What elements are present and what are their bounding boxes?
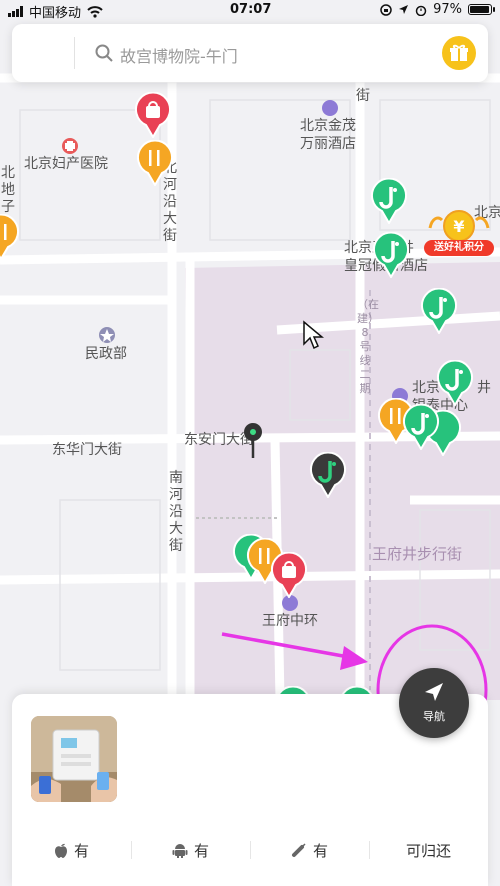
- shopping-pin[interactable]: [134, 92, 172, 138]
- feature-row: 有 有 有 可归还: [12, 832, 488, 868]
- search-divider: [74, 37, 75, 69]
- promo-badge[interactable]: ¥ 送好礼积分: [422, 206, 496, 260]
- rotation-lock-icon: [380, 3, 392, 16]
- status-time: 07:07: [230, 2, 272, 17]
- map-label-maternity-hospital: 北京妇产医院: [24, 156, 108, 172]
- feature-android: 有: [131, 832, 250, 868]
- charging-station-selected-pin[interactable]: [309, 452, 347, 498]
- annotation-arrow: [221, 632, 368, 670]
- carrier-name: 中国移动: [29, 6, 82, 21]
- android-icon: [172, 844, 188, 858]
- mouse-cursor-icon: [303, 320, 324, 350]
- search-input[interactable]: 故宫博物院-午门: [120, 43, 238, 67]
- battery-icon: [468, 4, 495, 15]
- navigation-label: 导航: [423, 710, 445, 723]
- map-label-jinmao-hotel: 北京金茂 万丽酒店: [300, 118, 356, 152]
- navigation-button[interactable]: 导航: [399, 668, 469, 738]
- promo-text: 送好礼积分: [424, 240, 494, 256]
- charging-station-pin[interactable]: [402, 404, 440, 450]
- cable-icon: [291, 843, 306, 857]
- charging-station-pin[interactable]: [372, 232, 410, 278]
- alarm-icon: [415, 5, 427, 16]
- map-label-top-edge: 街: [356, 88, 370, 104]
- charging-cabinet-image: [31, 716, 117, 802]
- map-label-south-heyan: 南河沿大街: [169, 470, 183, 554]
- restaurant-pin[interactable]: [0, 214, 20, 260]
- feature-returnable: 可归还: [369, 832, 488, 868]
- map-label-left-edge: 北地子: [1, 165, 15, 215]
- station-photo[interactable]: [31, 716, 117, 802]
- map-label-wangfujing-walk: 王府井步行街: [372, 545, 463, 563]
- navigation-arrow-icon: [425, 683, 443, 701]
- feature-returnable-label: 可归还: [405, 841, 451, 860]
- map-label-donghuamen: 东华门大街: [52, 442, 122, 458]
- svg-text:¥: ¥: [453, 217, 464, 236]
- feature-cable-label: 有: [312, 841, 328, 860]
- shopping-pin[interactable]: [270, 552, 308, 598]
- location-arrow-icon: [399, 5, 409, 14]
- gift-button[interactable]: [442, 36, 476, 70]
- charging-station-pin[interactable]: [420, 288, 458, 334]
- feature-apple-label: 有: [73, 841, 89, 860]
- map-label-wangfujing-jing: 井: [477, 380, 491, 396]
- current-location-marker: [244, 423, 262, 458]
- charging-station-pin[interactable]: [436, 360, 474, 406]
- restaurant-pin[interactable]: [136, 140, 174, 186]
- search-bar[interactable]: 故宫博物院-午门: [12, 24, 488, 82]
- gift-icon: [450, 44, 468, 61]
- battery-percent: 97%: [433, 2, 462, 17]
- status-bar: 中国移动 07:07 97%: [0, 0, 500, 21]
- apple-icon: [54, 843, 67, 858]
- feature-cable: 有: [250, 832, 369, 868]
- feature-android-label: 有: [193, 841, 209, 860]
- feature-apple: 有: [12, 832, 131, 868]
- map-label-ministry: 民政部: [85, 346, 127, 362]
- wifi-icon: [87, 5, 103, 18]
- charging-station-pin[interactable]: [370, 178, 408, 224]
- search-icon: [95, 44, 113, 62]
- map-label-line8: （在建）8号线二期: [357, 298, 379, 395]
- signal-icon: [8, 6, 23, 17]
